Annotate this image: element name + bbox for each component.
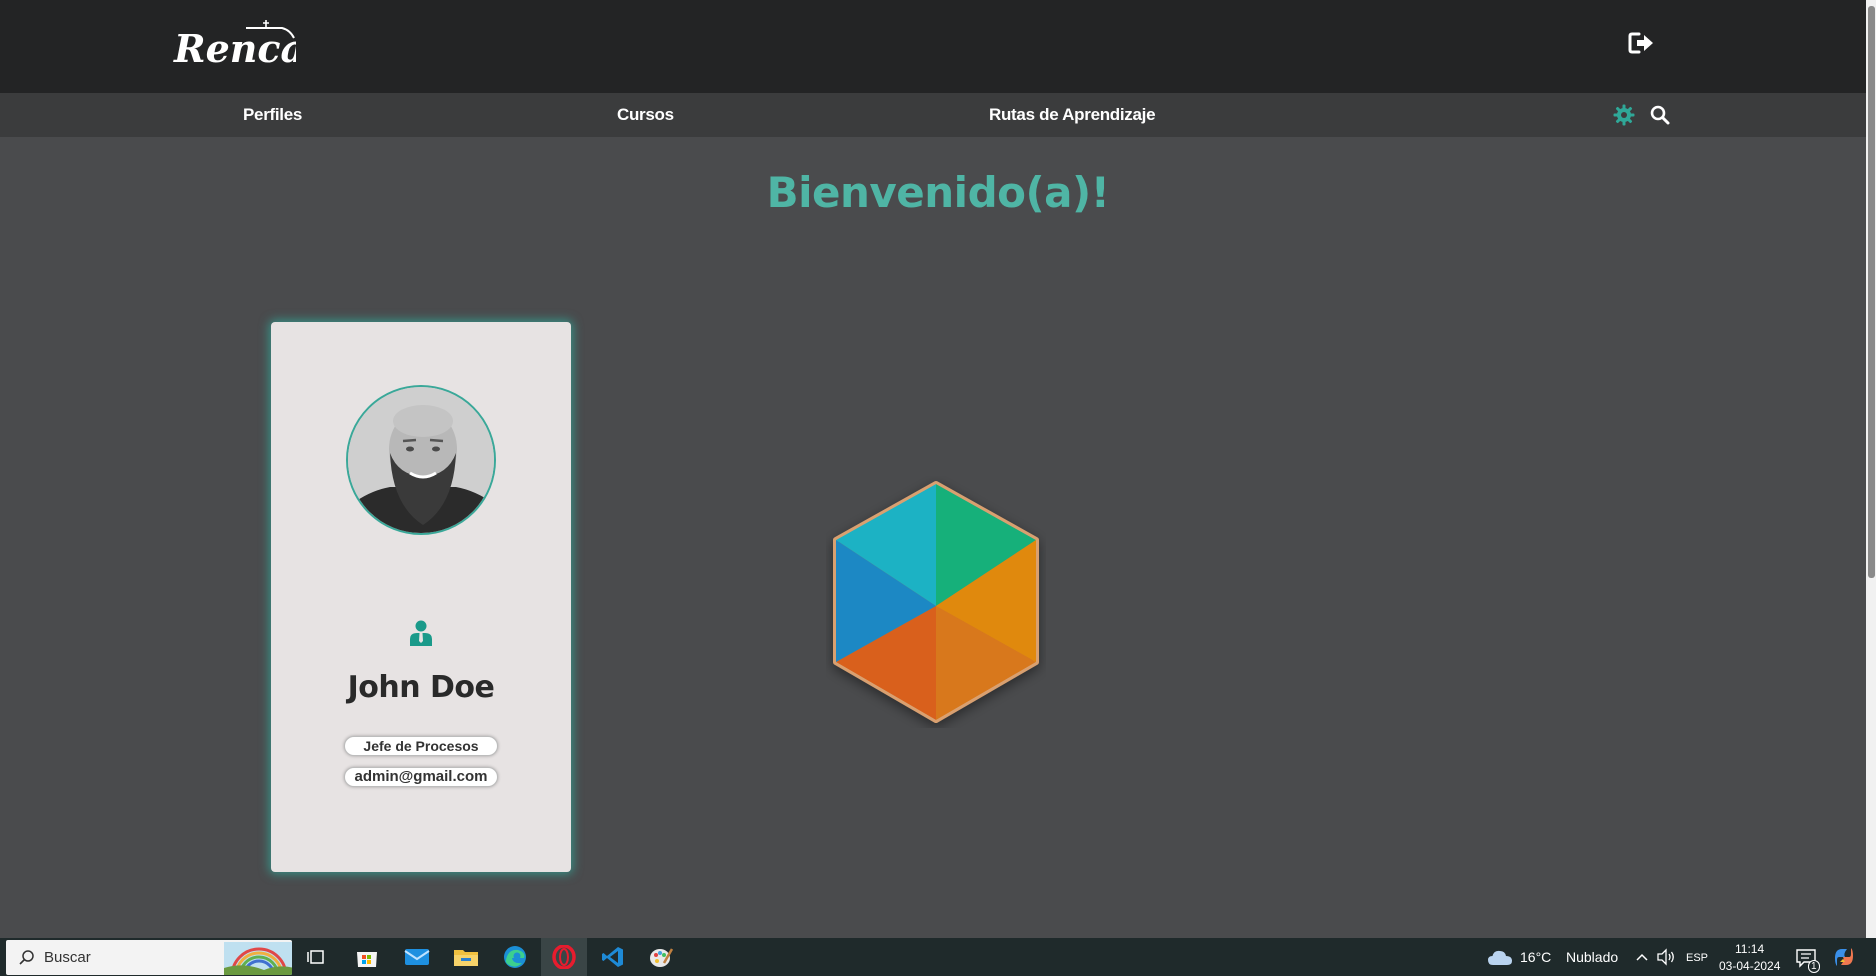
taskbar-search-box[interactable]: Buscar bbox=[6, 940, 292, 975]
cloud-weather-icon[interactable] bbox=[1487, 948, 1513, 966]
taskbar-search-placeholder: Buscar bbox=[44, 949, 91, 966]
language-indicator[interactable]: ESP bbox=[1686, 952, 1708, 964]
nav-item-rutas-de-aprendizaje[interactable]: Rutas de Aprendizaje bbox=[989, 93, 1156, 137]
microsoft-store-icon[interactable] bbox=[344, 938, 390, 976]
weather-temperature[interactable]: 16°C bbox=[1520, 949, 1551, 965]
notification-count-badge: 1 bbox=[1808, 960, 1820, 973]
avatar-photo bbox=[348, 387, 494, 533]
copilot-icon[interactable] bbox=[1832, 946, 1856, 968]
renca-logo[interactable]: Renca bbox=[172, 18, 296, 74]
vscode-icon[interactable] bbox=[590, 938, 636, 976]
paint-icon[interactable] bbox=[638, 938, 684, 976]
speaker-icon[interactable] bbox=[1656, 948, 1676, 966]
profile-name: John Doe bbox=[347, 670, 495, 705]
nav-item-cursos[interactable]: Cursos bbox=[617, 93, 674, 137]
profile-card: John Doe Jefe de Procesos admin@gmail.co… bbox=[271, 322, 571, 872]
email-badge: admin@gmail.com bbox=[344, 767, 498, 787]
gear-icon[interactable] bbox=[1612, 103, 1636, 127]
nav-item-perfiles[interactable]: Perfiles bbox=[243, 93, 302, 137]
top-header: Renca bbox=[0, 0, 1866, 93]
search-icon bbox=[19, 950, 34, 965]
opera-icon[interactable] bbox=[541, 938, 587, 976]
hexagon-logo bbox=[833, 481, 1039, 723]
search-icon[interactable] bbox=[1649, 104, 1671, 126]
edge-icon[interactable] bbox=[492, 938, 538, 976]
role-badge: Jefe de Procesos bbox=[344, 736, 498, 756]
clock-date[interactable]: 03-04-2024 bbox=[1719, 959, 1780, 973]
welcome-heading: Bienvenido(a)! bbox=[766, 168, 1110, 217]
avatar bbox=[346, 385, 496, 535]
sign-out-icon[interactable] bbox=[1627, 28, 1657, 58]
svg-text:Renca: Renca bbox=[173, 26, 296, 71]
task-view-icon[interactable] bbox=[293, 938, 339, 976]
file-explorer-icon[interactable] bbox=[443, 938, 489, 976]
main-navigation: Perfiles Cursos Rutas de Aprendizaje bbox=[0, 93, 1866, 137]
mail-icon[interactable] bbox=[394, 938, 440, 976]
weather-description[interactable]: Nublado bbox=[1566, 949, 1618, 965]
clock-time[interactable]: 11:14 bbox=[1735, 942, 1764, 956]
rainbow-illustration-icon bbox=[224, 942, 292, 975]
chevron-up-icon[interactable] bbox=[1635, 951, 1649, 963]
user-tie-icon bbox=[410, 620, 432, 646]
scrollbar-thumb[interactable] bbox=[1868, 6, 1875, 578]
